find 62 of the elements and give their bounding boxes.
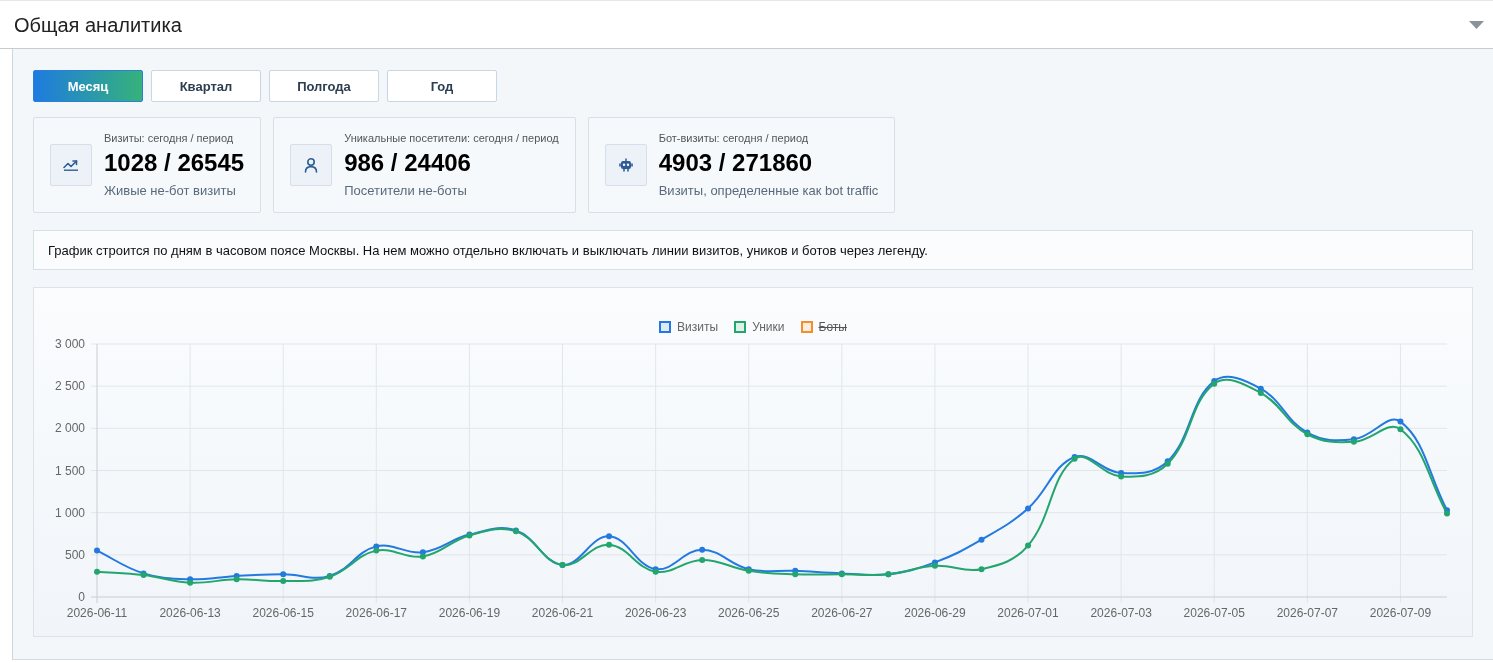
point	[94, 568, 100, 575]
stat-caption: Визиты: сегодня / период	[104, 131, 234, 145]
y-axis-label: 0	[78, 590, 85, 604]
point	[978, 566, 985, 573]
caret-icon[interactable]	[1469, 20, 1484, 29]
user-icon	[290, 144, 333, 186]
point	[792, 571, 799, 578]
x-axis-label: 2026-06-29	[904, 606, 966, 620]
stat-note: Живые не-бот визиты	[104, 183, 236, 199]
y-axis-label: 1 000	[54, 505, 85, 520]
x-axis-label: 2026-07-07	[1276, 606, 1339, 620]
x-axis-label: 2026-06-23	[624, 606, 687, 620]
trend-chart-icon	[50, 144, 92, 186]
x-axis-label: 2026-06-25	[718, 606, 780, 620]
stat-caption: Бот-визиты: сегодня / период	[658, 131, 809, 145]
x-axis-label: 2026-07-09	[1369, 606, 1432, 620]
y-axis-label: 3 000	[54, 337, 85, 351]
robot-icon	[604, 144, 647, 186]
point	[1397, 426, 1404, 433]
point	[1025, 542, 1032, 549]
legend-item[interactable]: Боты	[800, 320, 847, 334]
point	[1257, 389, 1264, 396]
point	[94, 547, 100, 554]
x-axis-label: 2026-07-03	[1090, 606, 1152, 620]
period-tab[interactable]: Полгода	[269, 70, 379, 102]
stat-caption: Уникальные посетители: сегодня / период	[344, 131, 559, 145]
x-axis-label: 2026-06-19	[438, 606, 501, 620]
point	[373, 547, 380, 554]
point	[419, 553, 426, 560]
point	[1397, 418, 1404, 425]
stat-note: Визиты, определенные как bot traffic	[658, 183, 879, 199]
stat-value: 1028 / 26545	[104, 149, 245, 177]
y-axis-label: 1 500	[54, 463, 85, 478]
point	[699, 546, 706, 553]
x-axis-label: 2026-06-11	[66, 606, 128, 620]
point	[606, 541, 613, 548]
point	[699, 556, 706, 563]
legend-item[interactable]: Визиты	[659, 320, 719, 334]
period-tab[interactable]: Год	[387, 70, 497, 102]
stat-value: 986 / 24406	[344, 149, 471, 177]
x-axis-label: 2026-07-05	[1183, 606, 1245, 620]
x-axis-label: 2026-06-15	[252, 606, 314, 620]
point	[606, 533, 613, 540]
point	[233, 576, 240, 583]
legend-item[interactable]: Уники	[734, 320, 785, 334]
point	[1025, 505, 1032, 512]
x-axis-label: 2026-06-21	[531, 606, 594, 620]
x-axis-label: 2026-06-13	[159, 606, 221, 620]
period-tab[interactable]: Квартал	[151, 70, 261, 102]
y-axis-label: 2 000	[54, 421, 85, 436]
panel-title: Общая аналитика	[14, 12, 182, 37]
point	[280, 577, 287, 584]
x-axis-label: 2026-06-17	[345, 606, 407, 620]
y-axis-label: 500	[64, 547, 85, 562]
stat-value: 4903 / 271860	[658, 149, 813, 177]
point	[978, 536, 985, 543]
info-note: График строится по дням в часовом поясе Москвы. На нем можно отдельно включать и выключать линии визитов, уников и ботов через легенду.	[33, 230, 1473, 270]
stat-note: Посетители не-боты	[344, 183, 467, 199]
point	[280, 571, 287, 578]
x-axis-label: 2026-07-01	[997, 606, 1059, 620]
y-axis-label: 2 500	[54, 379, 85, 394]
x-axis-label: 2026-06-27	[811, 606, 873, 620]
